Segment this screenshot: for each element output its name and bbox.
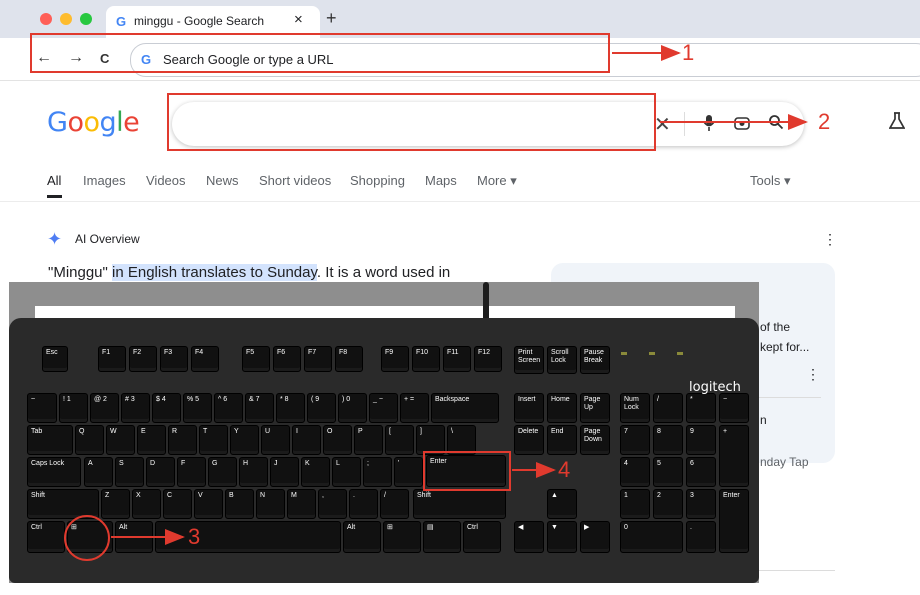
annotation-label-3: 3 bbox=[188, 524, 201, 549]
annotation-arrows bbox=[111, 45, 808, 545]
annotation-label-1: 1 bbox=[682, 40, 695, 65]
annotation-label-2: 2 bbox=[818, 109, 831, 134]
annotation-label-4: 4 bbox=[558, 457, 571, 482]
